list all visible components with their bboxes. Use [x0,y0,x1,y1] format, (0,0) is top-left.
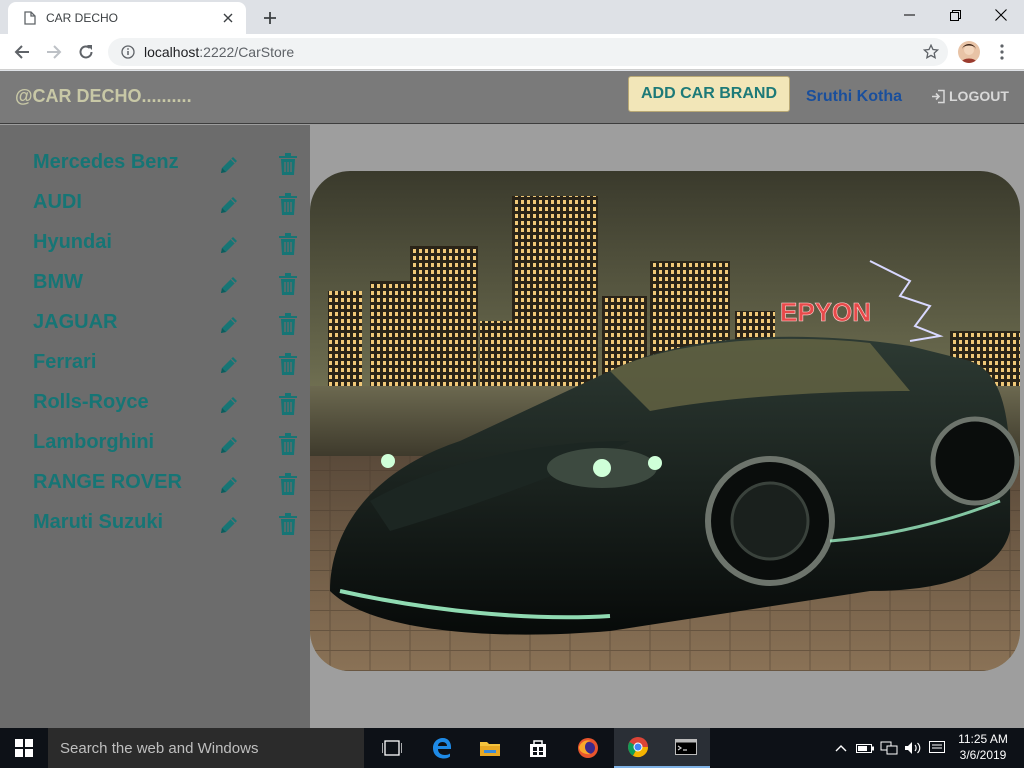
reload-icon[interactable] [72,38,100,66]
car-brand-sidebar: Mercedes Benz AUDI Hyundai BMW JAGUAR Ferrari… [0,125,310,728]
logout-link[interactable]: LOGOUT [931,88,1009,104]
car-brand-name[interactable]: Ferrari [33,351,96,374]
logout-label: LOGOUT [949,88,1009,104]
car-brand-name[interactable]: Hyundai [33,231,112,254]
action-center-icon[interactable] [926,738,948,758]
windows-taskbar: Search the web and Windows 11:25 AM 3/6/… [0,728,1024,768]
car-brand-name[interactable]: Lamborghini [33,431,154,454]
url-text: localhost:2222/CarStore [144,44,294,60]
car-brand-row: Hyundai [0,231,310,271]
delete-trash-icon[interactable] [276,191,300,217]
car-brand-name[interactable]: Rolls-Royce [33,391,149,414]
network-icon[interactable] [878,738,900,758]
restore-icon[interactable] [932,0,978,30]
delete-trash-icon[interactable] [276,511,300,537]
car-brand-row: AUDI [0,191,310,231]
edit-pencil-icon[interactable] [217,273,241,297]
delete-trash-icon[interactable] [276,431,300,457]
edge-browser-icon[interactable] [418,728,466,768]
chrome-icon[interactable] [614,728,662,768]
taskbar-search-placeholder: Search the web and Windows [60,739,259,757]
file-explorer-icon[interactable] [466,728,514,768]
menu-kebab-icon[interactable] [992,40,1012,64]
clock-date: 3/6/2019 [959,748,1007,762]
add-car-brand-button[interactable]: ADD CAR BRAND [628,76,790,112]
user-name-link[interactable]: Sruthi Kotha [806,88,902,106]
delete-trash-icon[interactable] [276,311,300,337]
battery-icon[interactable] [854,738,876,758]
car-brand-row: JAGUAR [0,311,310,351]
logout-icon [931,88,947,104]
profile-avatar[interactable] [958,41,980,63]
edit-pencil-icon[interactable] [217,473,241,497]
task-view-icon[interactable] [368,728,416,768]
browser-tab[interactable]: CAR DECHO [8,2,246,34]
app-header: @CAR DECHO.......... ADD CAR BRAND Sruth… [0,71,1024,124]
delete-trash-icon[interactable] [276,231,300,257]
new-tab-icon[interactable] [258,6,282,30]
car-brand-row: Mercedes Benz [0,151,310,191]
edit-pencil-icon[interactable] [217,513,241,537]
tab-title: CAR DECHO [46,11,119,25]
edit-pencil-icon[interactable] [217,153,241,177]
firefox-icon[interactable] [564,728,612,768]
car-hero-image: EPYON [310,171,1020,671]
edit-pencil-icon[interactable] [217,313,241,337]
back-arrow-icon[interactable] [8,38,36,66]
edit-pencil-icon[interactable] [217,233,241,257]
car-brand-row: Lamborghini [0,431,310,471]
tab-close-icon[interactable] [220,10,236,26]
url-host: localhost [144,44,200,60]
minimize-icon[interactable] [886,0,932,30]
epyon-watermark: EPYON [780,297,871,327]
windows-start-icon[interactable] [0,728,48,768]
car-brand-row: BMW [0,271,310,311]
info-icon[interactable] [120,44,136,60]
browser-toolbar: localhost:2222/CarStore [0,34,1024,70]
main-content: EPYON [310,125,1024,728]
car-brand-row: Ferrari [0,351,310,391]
car-brand-name[interactable]: Mercedes Benz [33,151,179,174]
car-brand-name[interactable]: JAGUAR [33,311,117,334]
car-brand-name[interactable]: Maruti Suzuki [33,511,163,534]
close-window-icon[interactable] [978,0,1024,30]
bookmark-star-icon[interactable] [922,43,940,61]
car-brand-row: RANGE ROVER [0,471,310,511]
page-icon [22,10,38,26]
car-brand-name[interactable]: AUDI [33,191,82,214]
edit-pencil-icon[interactable] [217,393,241,417]
command-prompt-icon[interactable] [662,728,710,768]
delete-trash-icon[interactable] [276,271,300,297]
volume-icon[interactable] [902,738,924,758]
forward-arrow-icon[interactable] [40,38,68,66]
clock-time: 11:25 AM [958,732,1008,746]
sports-car-illustration: EPYON [310,171,1020,671]
address-bar[interactable]: localhost:2222/CarStore [108,38,948,66]
edit-pencil-icon[interactable] [217,353,241,377]
car-brand-name[interactable]: RANGE ROVER [33,471,182,494]
app-brand[interactable]: @CAR DECHO.......... [15,86,192,107]
edit-pencil-icon[interactable] [217,433,241,457]
edit-pencil-icon[interactable] [217,193,241,217]
taskbar-clock[interactable]: 11:25 AM 3/6/2019 [950,731,1016,763]
taskbar-search-box[interactable]: Search the web and Windows [48,728,364,768]
show-hidden-icons-chevron-icon[interactable] [830,738,852,758]
url-path: :2222/CarStore [199,44,295,60]
car-brand-row: Maruti Suzuki [0,511,310,551]
car-brand-row: Rolls-Royce [0,391,310,431]
browser-tabstrip: CAR DECHO [0,0,1024,34]
store-icon[interactable] [514,728,562,768]
car-brand-name[interactable]: BMW [33,271,83,294]
delete-trash-icon[interactable] [276,391,300,417]
delete-trash-icon[interactable] [276,471,300,497]
delete-trash-icon[interactable] [276,151,300,177]
delete-trash-icon[interactable] [276,351,300,377]
car-store-app: @CAR DECHO.......... ADD CAR BRAND Sruth… [0,71,1024,728]
